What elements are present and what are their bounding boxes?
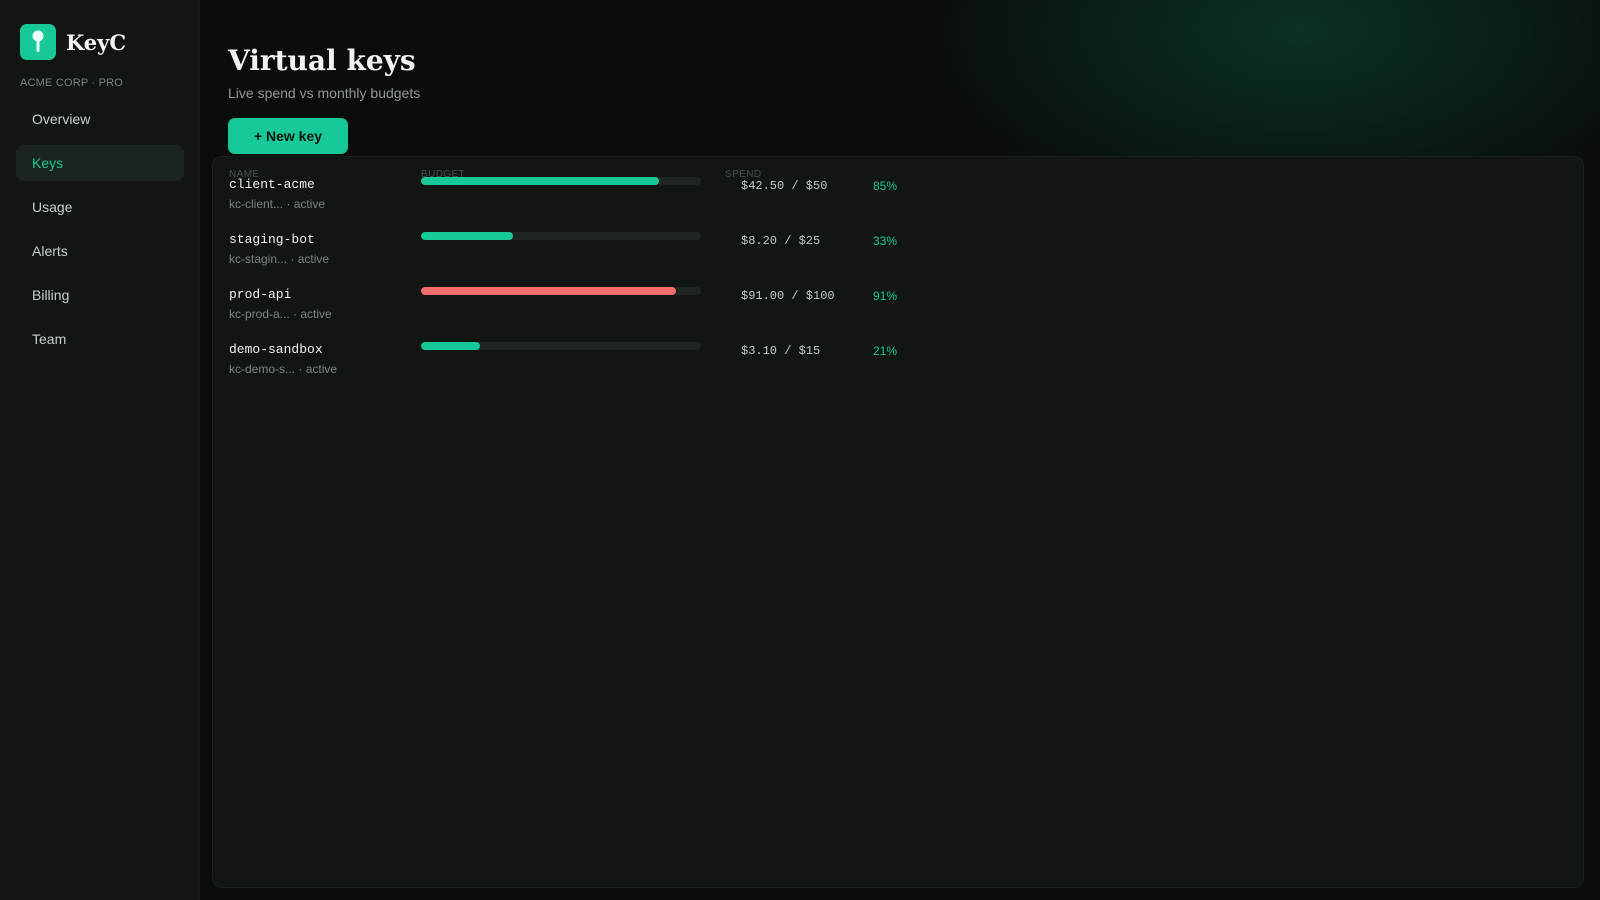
spend-value: $91.00 / $100: [741, 289, 835, 303]
sidebar-item-overview[interactable]: Overview: [16, 101, 184, 137]
sidebar-item-keys[interactable]: Keys: [16, 145, 184, 181]
sidebar-nav: Overview Keys Usage Alerts Billing Team: [16, 101, 184, 365]
budget-bar-fill: [421, 342, 480, 350]
sidebar-item-label: Keys: [32, 155, 64, 171]
org-label: ACME CORP · PRO: [20, 77, 124, 89]
table-row[interactable]: demo-sandbox kc-demo-s... · active $3.10…: [229, 330, 929, 380]
key-name: staging-bot: [229, 232, 315, 247]
key-name: prod-api: [229, 287, 292, 302]
budget-bar-fill: [421, 287, 676, 295]
key-status: active: [305, 362, 338, 376]
budget-bar: [421, 342, 701, 350]
budget-bar: [421, 177, 701, 185]
key-meta: kc-prod-a... · active: [229, 307, 332, 321]
key-status: active: [300, 307, 332, 321]
sidebar-item-label: Usage: [32, 199, 73, 215]
percent-used: 21%: [873, 344, 898, 358]
key-id: kc-client...: [229, 197, 284, 211]
spend-value: $42.50 / $50: [741, 179, 828, 193]
sidebar-item-usage[interactable]: Usage: [16, 189, 184, 225]
key-meta: kc-demo-s... · active: [229, 362, 338, 376]
keys-table: NAME BUDGET SPEND client-acme kc-client.…: [212, 156, 1584, 888]
sidebar-item-alerts[interactable]: Alerts: [16, 233, 184, 269]
sidebar: KeyC ACME CORP · PRO Overview Keys Usage…: [0, 0, 200, 900]
key-id: kc-demo-s...: [229, 362, 296, 376]
table-row[interactable]: prod-api kc-prod-a... · active $91.00 / …: [229, 275, 929, 325]
page-subtitle: Live spend vs monthly budgets: [228, 85, 421, 101]
budget-bar-fill: [421, 232, 514, 240]
key-meta: kc-client... · active: [229, 197, 326, 211]
sidebar-item-team[interactable]: Team: [16, 321, 184, 357]
budget-bar-fill: [421, 177, 659, 185]
budget-bar: [421, 232, 701, 240]
key-id: kc-prod-a...: [229, 307, 290, 321]
key-icon: [20, 24, 56, 60]
main-content: Virtual keys Live spend vs monthly budge…: [200, 0, 1600, 900]
key-status: active: [293, 197, 326, 211]
key-id: kc-stagin...: [229, 252, 288, 266]
app-root: KeyC ACME CORP · PRO Overview Keys Usage…: [0, 0, 1600, 900]
budget-bar: [421, 287, 701, 295]
percent-used: 33%: [873, 234, 898, 248]
brand-name: KeyC: [66, 29, 127, 55]
percent-used: 91%: [873, 289, 898, 303]
brand[interactable]: KeyC: [20, 24, 126, 60]
percent-used: 85%: [873, 179, 898, 193]
key-status: active: [297, 252, 330, 266]
key-meta: kc-stagin... · active: [229, 252, 330, 266]
sidebar-item-label: Team: [32, 331, 67, 347]
key-name: demo-sandbox: [229, 342, 323, 357]
sidebar-item-label: Billing: [32, 287, 70, 303]
sidebar-item-label: Overview: [32, 111, 91, 127]
spend-value: $3.10 / $15: [741, 344, 821, 358]
table-row[interactable]: client-acme kc-client... · active $42.50…: [229, 165, 929, 215]
key-name: client-acme: [229, 177, 315, 192]
spend-value: $8.20 / $25: [741, 234, 821, 248]
page-title: Virtual keys: [228, 44, 416, 77]
new-key-button[interactable]: + New key: [228, 118, 348, 154]
sidebar-item-label: Alerts: [32, 243, 68, 259]
table-row[interactable]: staging-bot kc-stagin... · active $8.20 …: [229, 220, 929, 270]
sidebar-item-billing[interactable]: Billing: [16, 277, 184, 313]
